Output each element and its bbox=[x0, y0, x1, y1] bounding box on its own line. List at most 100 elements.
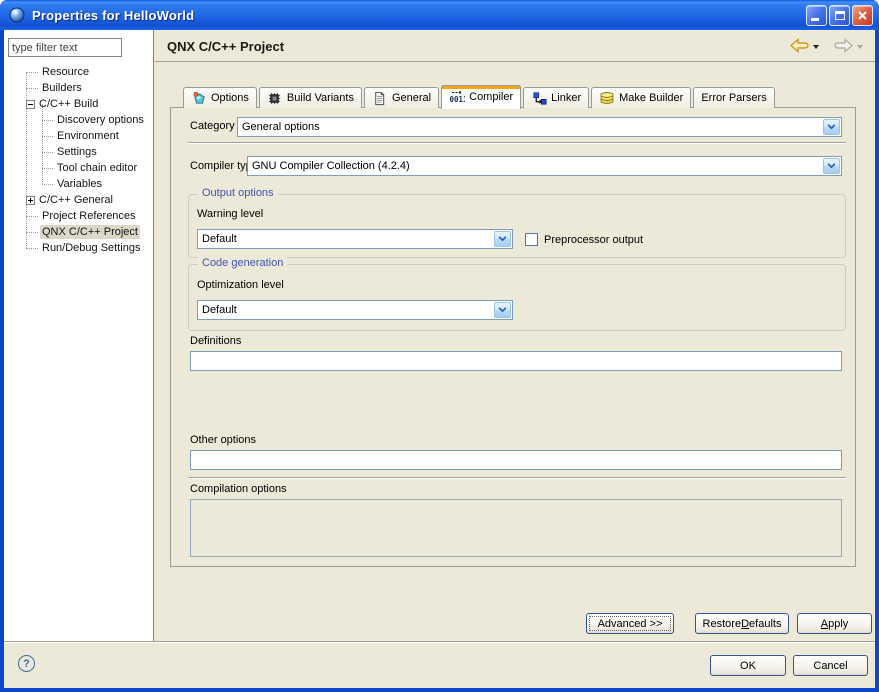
binary-code-icon: 0011 bbox=[449, 89, 465, 105]
maximize-button[interactable] bbox=[829, 5, 850, 26]
advanced-button[interactable]: Advanced >> bbox=[586, 613, 674, 634]
tree-collapse-icon[interactable] bbox=[26, 100, 35, 109]
other-options-label: Other options bbox=[190, 434, 256, 446]
tab-label: Options bbox=[211, 92, 249, 104]
chevron-down-icon[interactable] bbox=[823, 119, 840, 135]
help-icon[interactable]: ? bbox=[18, 655, 35, 672]
close-icon bbox=[858, 11, 867, 20]
tree-item-label: QNX C/C++ Project bbox=[40, 225, 140, 239]
category-label: Category bbox=[190, 120, 235, 132]
tree-item-label: Project References bbox=[40, 209, 138, 223]
sidebar-item-discovery-options[interactable]: Discovery options bbox=[4, 112, 152, 128]
chevron-down-icon[interactable] bbox=[823, 158, 840, 174]
button-label: efaults bbox=[749, 618, 781, 630]
sidebar-item-builders[interactable]: Builders bbox=[4, 80, 152, 96]
sidebar-item-environment[interactable]: Environment bbox=[4, 128, 152, 144]
tab-label: Error Parsers bbox=[701, 92, 766, 104]
optimization-level-label: Optimization level bbox=[197, 279, 284, 291]
divider bbox=[188, 142, 846, 144]
forward-dropdown-icon[interactable] bbox=[857, 45, 863, 49]
app-icon bbox=[9, 7, 25, 23]
chevron-down-icon[interactable] bbox=[494, 231, 511, 247]
tab-label: Linker bbox=[551, 92, 581, 104]
compilation-options-textarea[interactable] bbox=[190, 499, 842, 557]
stacked-sheets-icon bbox=[599, 90, 615, 106]
minimize-button[interactable] bbox=[806, 5, 827, 26]
back-button[interactable] bbox=[789, 38, 810, 53]
warning-level-value: Default bbox=[202, 233, 490, 245]
code-generation-legend: Code generation bbox=[198, 257, 287, 269]
warning-level-select[interactable]: Default bbox=[197, 229, 513, 249]
tab-make-builder[interactable]: Make Builder bbox=[591, 87, 691, 108]
output-options-legend: Output options bbox=[198, 187, 278, 199]
minimize-icon bbox=[811, 18, 819, 21]
button-label: A bbox=[821, 618, 828, 630]
compiler-type-value: GNU Compiler Collection (4.2.4) bbox=[252, 160, 819, 172]
sidebar-item-run-debug-settings[interactable]: Run/Debug Settings bbox=[4, 240, 152, 256]
tab-compiler[interactable]: 0011 Compiler bbox=[441, 85, 521, 109]
tab-label: Make Builder bbox=[619, 92, 683, 104]
forward-button[interactable] bbox=[833, 38, 854, 53]
tab-strip: Options Build Variants General 0011 Comp… bbox=[183, 84, 775, 108]
properties-dialog-window: Properties for HelloWorld Resource Build… bbox=[0, 0, 879, 692]
tree-item-label: C/C++ Build bbox=[37, 97, 100, 111]
window-title: Properties for HelloWorld bbox=[32, 8, 804, 23]
options-icon bbox=[191, 90, 207, 106]
tree-item-label: Environment bbox=[55, 129, 121, 143]
ok-button[interactable]: OK bbox=[710, 655, 786, 676]
filter-input[interactable] bbox=[8, 38, 122, 57]
dialog-body: Resource Builders C/C++ Build Discovery … bbox=[4, 30, 875, 688]
cancel-button[interactable]: Cancel bbox=[793, 655, 868, 676]
document-icon bbox=[372, 90, 388, 106]
preprocessor-output-checkbox[interactable] bbox=[525, 233, 538, 246]
sidebar-item-cpp-build[interactable]: C/C++ Build bbox=[4, 96, 152, 112]
tree-item-label: Discovery options bbox=[55, 113, 146, 127]
tree-item-label: Run/Debug Settings bbox=[40, 241, 142, 255]
sidebar-item-resource[interactable]: Resource bbox=[4, 64, 152, 80]
apply-button[interactable]: Apply bbox=[797, 613, 872, 634]
tree-expand-icon[interactable] bbox=[26, 196, 35, 205]
chip-icon bbox=[267, 90, 283, 106]
tab-general[interactable]: General bbox=[364, 87, 439, 108]
button-label: D bbox=[741, 618, 749, 630]
back-dropdown-icon[interactable] bbox=[813, 45, 819, 49]
tab-error-parsers[interactable]: Error Parsers bbox=[693, 87, 774, 108]
compiler-type-select[interactable]: GNU Compiler Collection (4.2.4) bbox=[247, 156, 842, 176]
other-options-input[interactable] bbox=[190, 450, 842, 470]
restore-defaults-button[interactable]: Restore Defaults bbox=[695, 613, 789, 634]
category-select[interactable]: General options bbox=[237, 117, 842, 137]
tab-label: General bbox=[392, 92, 431, 104]
chevron-down-icon[interactable] bbox=[494, 302, 511, 318]
compilation-options-label: Compilation options bbox=[190, 483, 287, 495]
tab-label: Compiler bbox=[469, 91, 513, 103]
button-label: Restore bbox=[703, 618, 742, 630]
tab-linker[interactable]: Linker bbox=[523, 87, 589, 108]
sidebar-item-qnx-project[interactable]: QNX C/C++ Project bbox=[4, 224, 152, 240]
definitions-label: Definitions bbox=[190, 335, 241, 347]
divider bbox=[4, 641, 875, 643]
left-panel: Resource Builders C/C++ Build Discovery … bbox=[4, 30, 154, 641]
tab-build-variants[interactable]: Build Variants bbox=[259, 87, 362, 108]
sidebar-item-project-references[interactable]: Project References bbox=[4, 208, 152, 224]
optimization-level-select[interactable]: Default bbox=[197, 300, 513, 320]
sidebar-item-settings[interactable]: Settings bbox=[4, 144, 152, 160]
sidebar-item-cpp-general[interactable]: C/C++ General bbox=[4, 192, 152, 208]
definitions-input[interactable] bbox=[190, 351, 842, 371]
sidebar-item-variables[interactable]: Variables bbox=[4, 176, 152, 192]
tree-item-label: C/C++ General bbox=[37, 193, 115, 207]
divider bbox=[188, 477, 846, 479]
link-nodes-icon bbox=[531, 90, 547, 106]
tree-item-label: Settings bbox=[55, 145, 99, 159]
close-button[interactable] bbox=[852, 5, 873, 26]
sidebar-item-tool-chain-editor[interactable]: Tool chain editor bbox=[4, 160, 152, 176]
svg-text:0011: 0011 bbox=[450, 95, 466, 104]
tab-options[interactable]: Options bbox=[183, 87, 257, 108]
tree-item-label: Tool chain editor bbox=[55, 161, 139, 175]
maximize-icon bbox=[835, 11, 845, 20]
tree-item-label: Variables bbox=[55, 177, 104, 191]
compiler-tab-panel: Category General options Compiler type: … bbox=[170, 107, 856, 567]
window-titlebar[interactable]: Properties for HelloWorld bbox=[0, 0, 879, 30]
code-generation-group: Code generation Optimization level Defau… bbox=[188, 264, 846, 331]
preprocessor-output-label: Preprocessor output bbox=[544, 234, 643, 246]
optimization-level-value: Default bbox=[202, 304, 490, 316]
